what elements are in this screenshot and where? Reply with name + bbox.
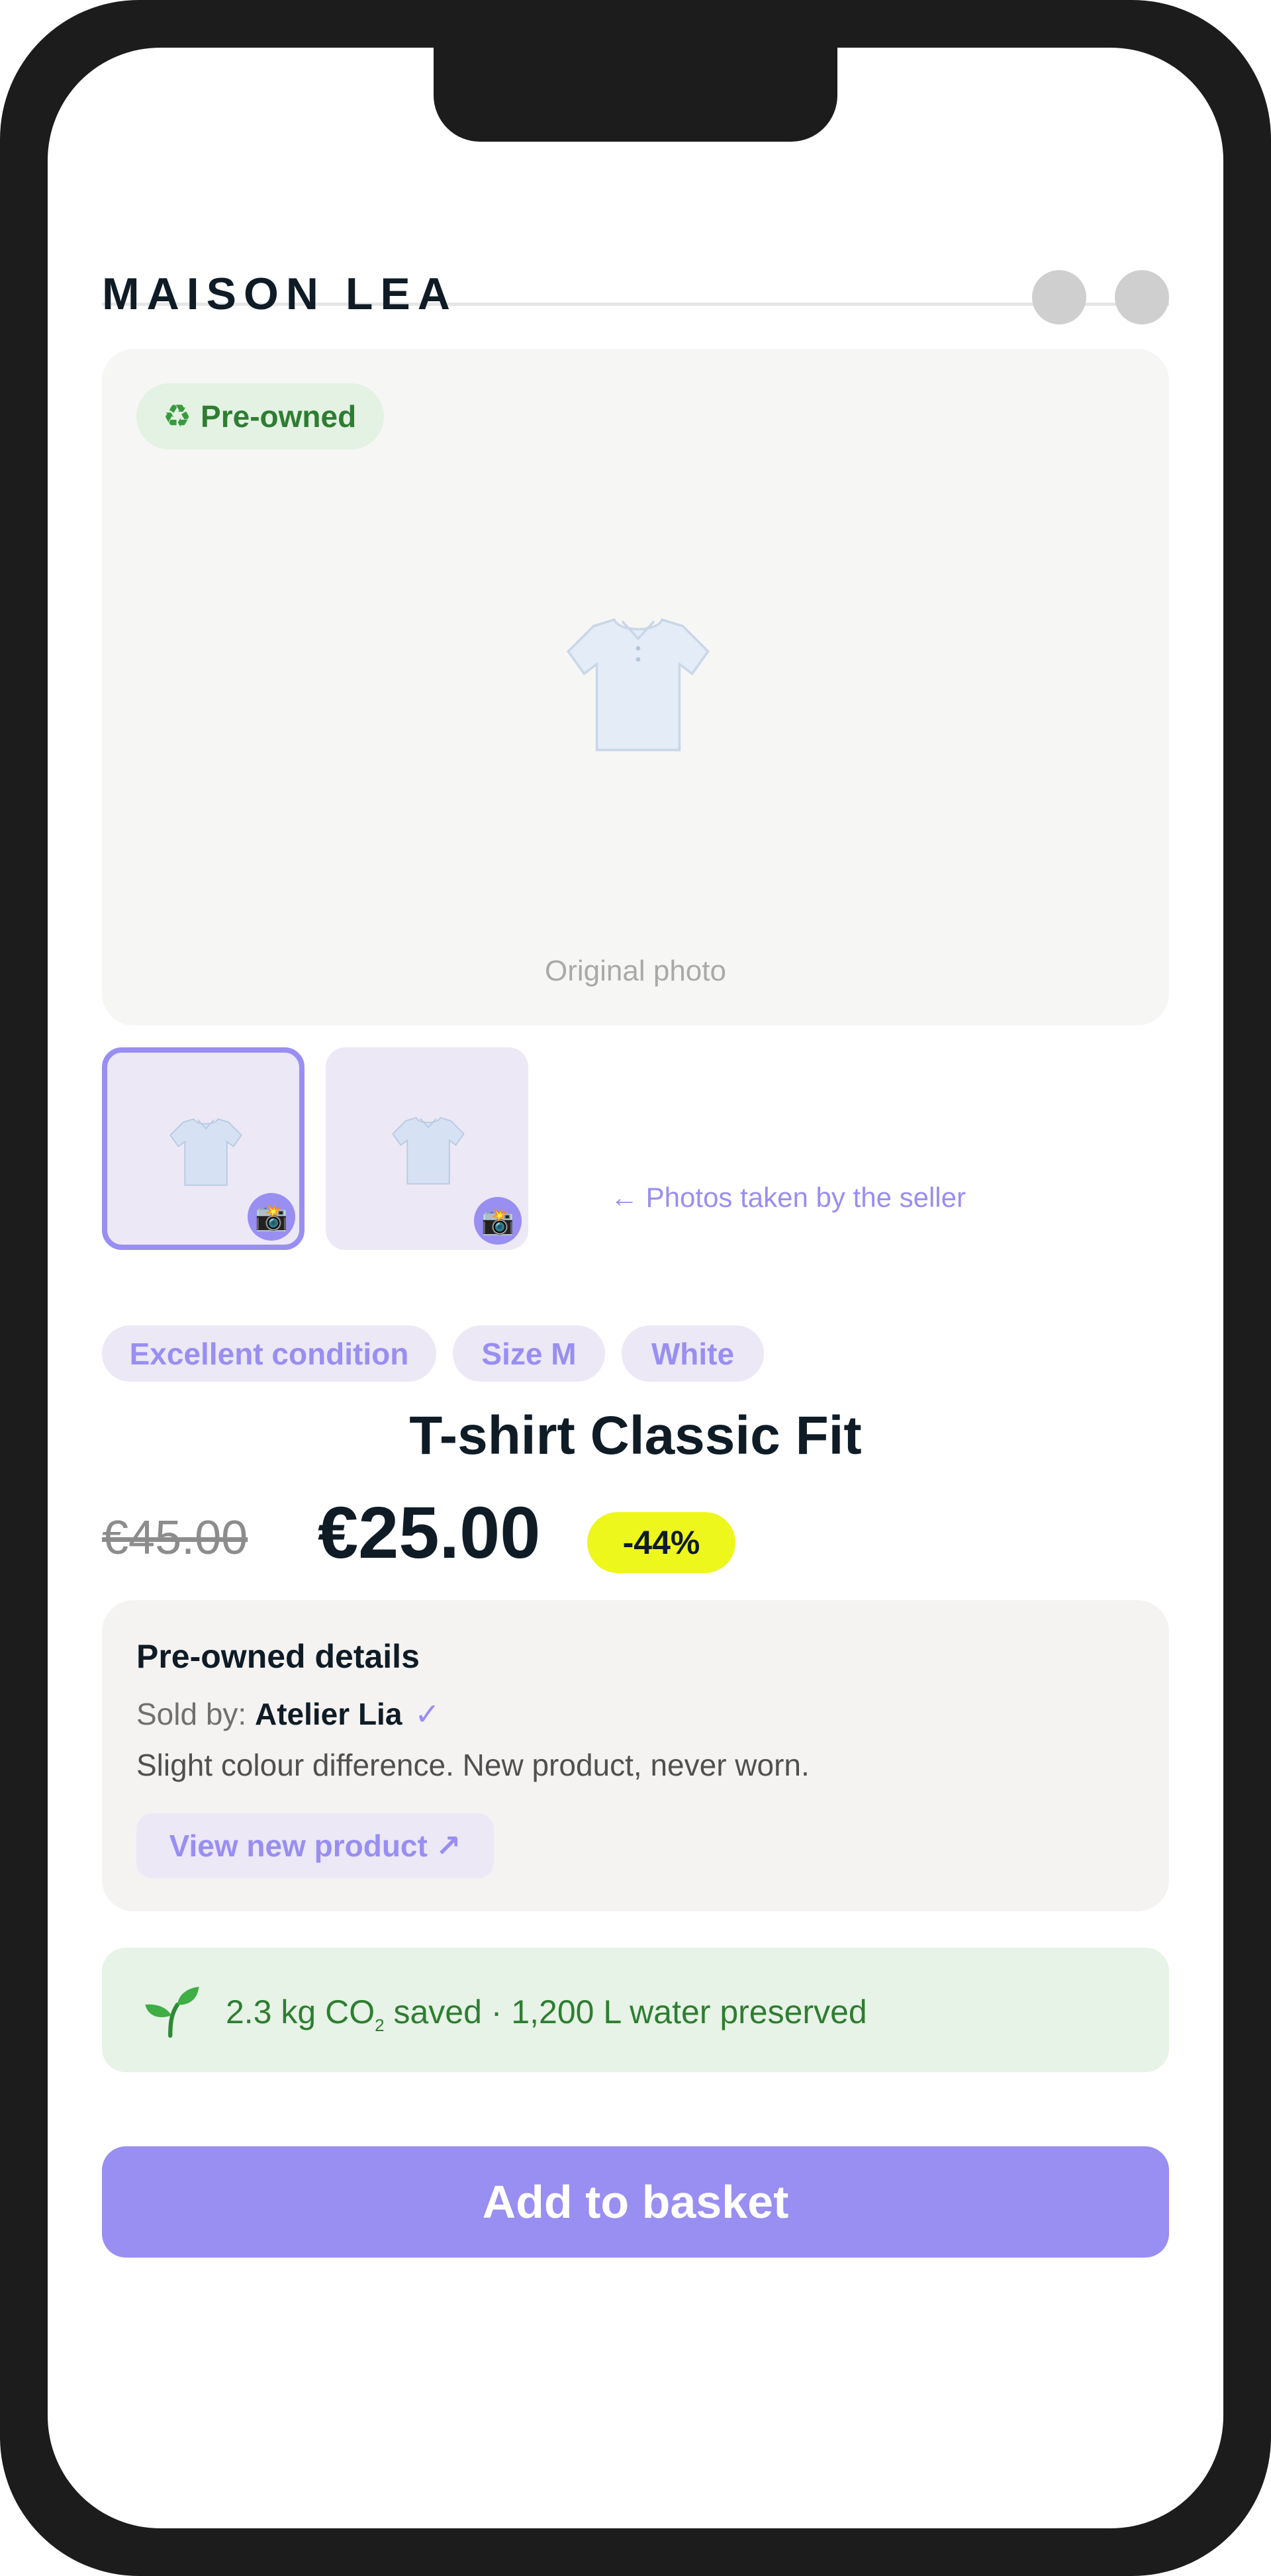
arrow-up-right-icon: ↗: [435, 1829, 461, 1863]
product-title: T-shirt Classic Fit: [409, 1406, 862, 1466]
recycle-icon: ♻: [163, 399, 192, 434]
original-price: €45.00: [102, 1511, 248, 1564]
eco-impact-text: 2.3 kg CO2 saved · 1,200 L water preserv…: [226, 1993, 867, 2036]
main-photo[interactable]: ♻ Pre-owned Original photo: [102, 349, 1169, 1026]
tshirt-icon: [392, 1117, 465, 1185]
current-price: €25.00: [318, 1492, 541, 1574]
thumbnail-1[interactable]: 📸: [102, 1047, 305, 1250]
header-button-1[interactable]: [1032, 270, 1086, 324]
seller-photos-note: ← Photos taken by the seller: [610, 1182, 966, 1213]
header-button-2[interactable]: [1115, 270, 1169, 324]
phone-screen: MAISON LEA ♻ Pre-owned Original photo 📸: [48, 48, 1223, 2528]
tag-colour: White: [622, 1325, 764, 1382]
eco-impact-card: 2.3 kg CO2 saved · 1,200 L water preserv…: [102, 1948, 1169, 2072]
tag-condition: Excellent condition: [102, 1325, 436, 1382]
eco-impact-rest: saved · 1,200 L water preserved: [384, 1993, 867, 2030]
phone-frame: MAISON LEA ♻ Pre-owned Original photo 📸: [0, 0, 1271, 2576]
header: MAISON LEA: [102, 218, 1169, 324]
brand-logo[interactable]: MAISON LEA: [102, 271, 457, 316]
thumbnail-2[interactable]: 📸: [326, 1047, 528, 1250]
verified-check-icon: ✓: [414, 1697, 440, 1731]
co2-subscript: 2: [375, 2015, 385, 2035]
photo-caption: Original photo: [545, 955, 726, 987]
co2-value: 2.3 kg CO: [226, 1993, 375, 2030]
view-new-product-button[interactable]: View new product ↗: [136, 1813, 494, 1878]
seller-name[interactable]: Atelier Lia: [255, 1697, 402, 1731]
notch: [434, 48, 837, 142]
pre-owned-details-card: Pre-owned details Sold by: Atelier Lia ✓…: [102, 1600, 1169, 1911]
view-new-product-label: View new product: [169, 1829, 428, 1863]
details-description: Slight colour difference. New product, n…: [136, 1748, 810, 1782]
pre-owned-badge: ♻ Pre-owned: [136, 383, 385, 450]
sold-by: Sold by: Atelier Lia ✓: [136, 1696, 440, 1732]
tag-size: Size M: [453, 1325, 605, 1382]
pre-owned-badge-label: Pre-owned: [201, 399, 357, 434]
sprout-icon: [145, 1987, 199, 2038]
sold-by-label: Sold by:: [136, 1697, 247, 1731]
add-to-basket-button[interactable]: Add to basket: [102, 2146, 1169, 2258]
camera-icon: 📸: [474, 1197, 522, 1245]
tshirt-icon: [567, 618, 710, 751]
discount-badge: -44%: [587, 1512, 735, 1573]
camera-icon: 📸: [248, 1193, 295, 1241]
details-title: Pre-owned details: [136, 1638, 420, 1675]
tshirt-icon: [169, 1118, 242, 1186]
